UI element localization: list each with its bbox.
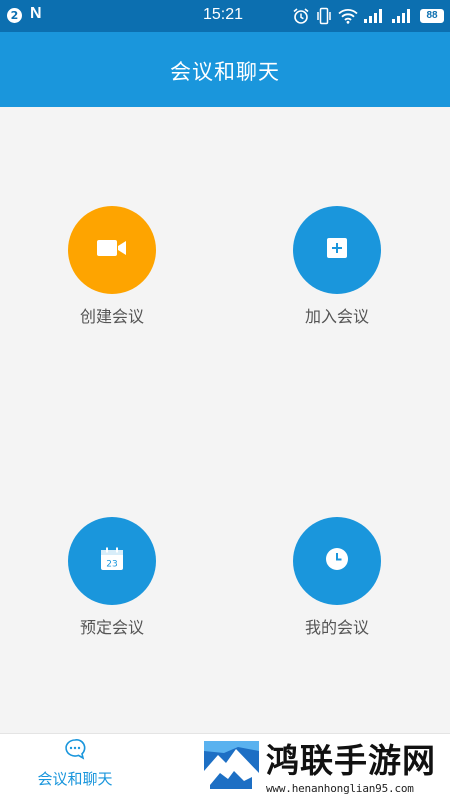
notification-badge: 2 xyxy=(7,8,22,23)
clock-icon xyxy=(325,547,349,575)
plus-square-icon xyxy=(326,237,348,263)
signal-icon xyxy=(364,9,386,23)
page-title: 会议和聊天 xyxy=(170,60,280,84)
status-time: 15:21 xyxy=(203,6,244,23)
signal-icon xyxy=(392,9,414,23)
create-meeting-label[interactable]: 创建会议 xyxy=(52,303,172,327)
watermark-title: 鸿联手游网 xyxy=(266,741,436,780)
tab-meetings-chat[interactable]: 会议和聊天 xyxy=(20,738,130,789)
my-meetings-label[interactable]: 我的会议 xyxy=(277,614,397,638)
status-bar: 2 N 15:21 88 xyxy=(0,0,450,32)
tab-meetings-chat-label: 会议和聊天 xyxy=(37,770,113,788)
schedule-meeting-circle[interactable]: 23 xyxy=(68,517,156,605)
my-meetings-circle[interactable] xyxy=(293,517,381,605)
chat-bubble-icon xyxy=(64,739,86,764)
status-icons: 88 xyxy=(292,6,444,26)
video-camera-icon xyxy=(97,238,127,262)
join-meeting-circle[interactable] xyxy=(293,206,381,294)
app-bar: 会议和聊天 xyxy=(0,32,450,107)
app-notification-icon: N xyxy=(30,5,42,22)
create-meeting-circle[interactable] xyxy=(68,206,156,294)
create-meeting-button[interactable]: 创建会议 xyxy=(52,206,172,327)
join-meeting-button[interactable]: 加入会议 xyxy=(277,206,397,327)
alarm-icon xyxy=(292,7,310,25)
wifi-icon xyxy=(338,8,358,24)
calendar-icon: 23 xyxy=(100,547,124,575)
battery-icon: 88 xyxy=(420,9,444,23)
watermark-logo-icon xyxy=(204,741,259,796)
join-meeting-label[interactable]: 加入会议 xyxy=(277,303,397,327)
schedule-meeting-label[interactable]: 预定会议 xyxy=(52,614,172,638)
my-meetings-button[interactable]: 我的会议 xyxy=(277,517,397,638)
vibrate-icon xyxy=(316,7,332,25)
watermark-url: www.henanhonglian95.com xyxy=(266,782,414,795)
calendar-day-text: 23 xyxy=(106,560,117,570)
watermark: 鸿联手游网 www.henanhonglian95.com xyxy=(202,739,450,800)
schedule-meeting-button[interactable]: 23 预定会议 xyxy=(52,517,172,638)
